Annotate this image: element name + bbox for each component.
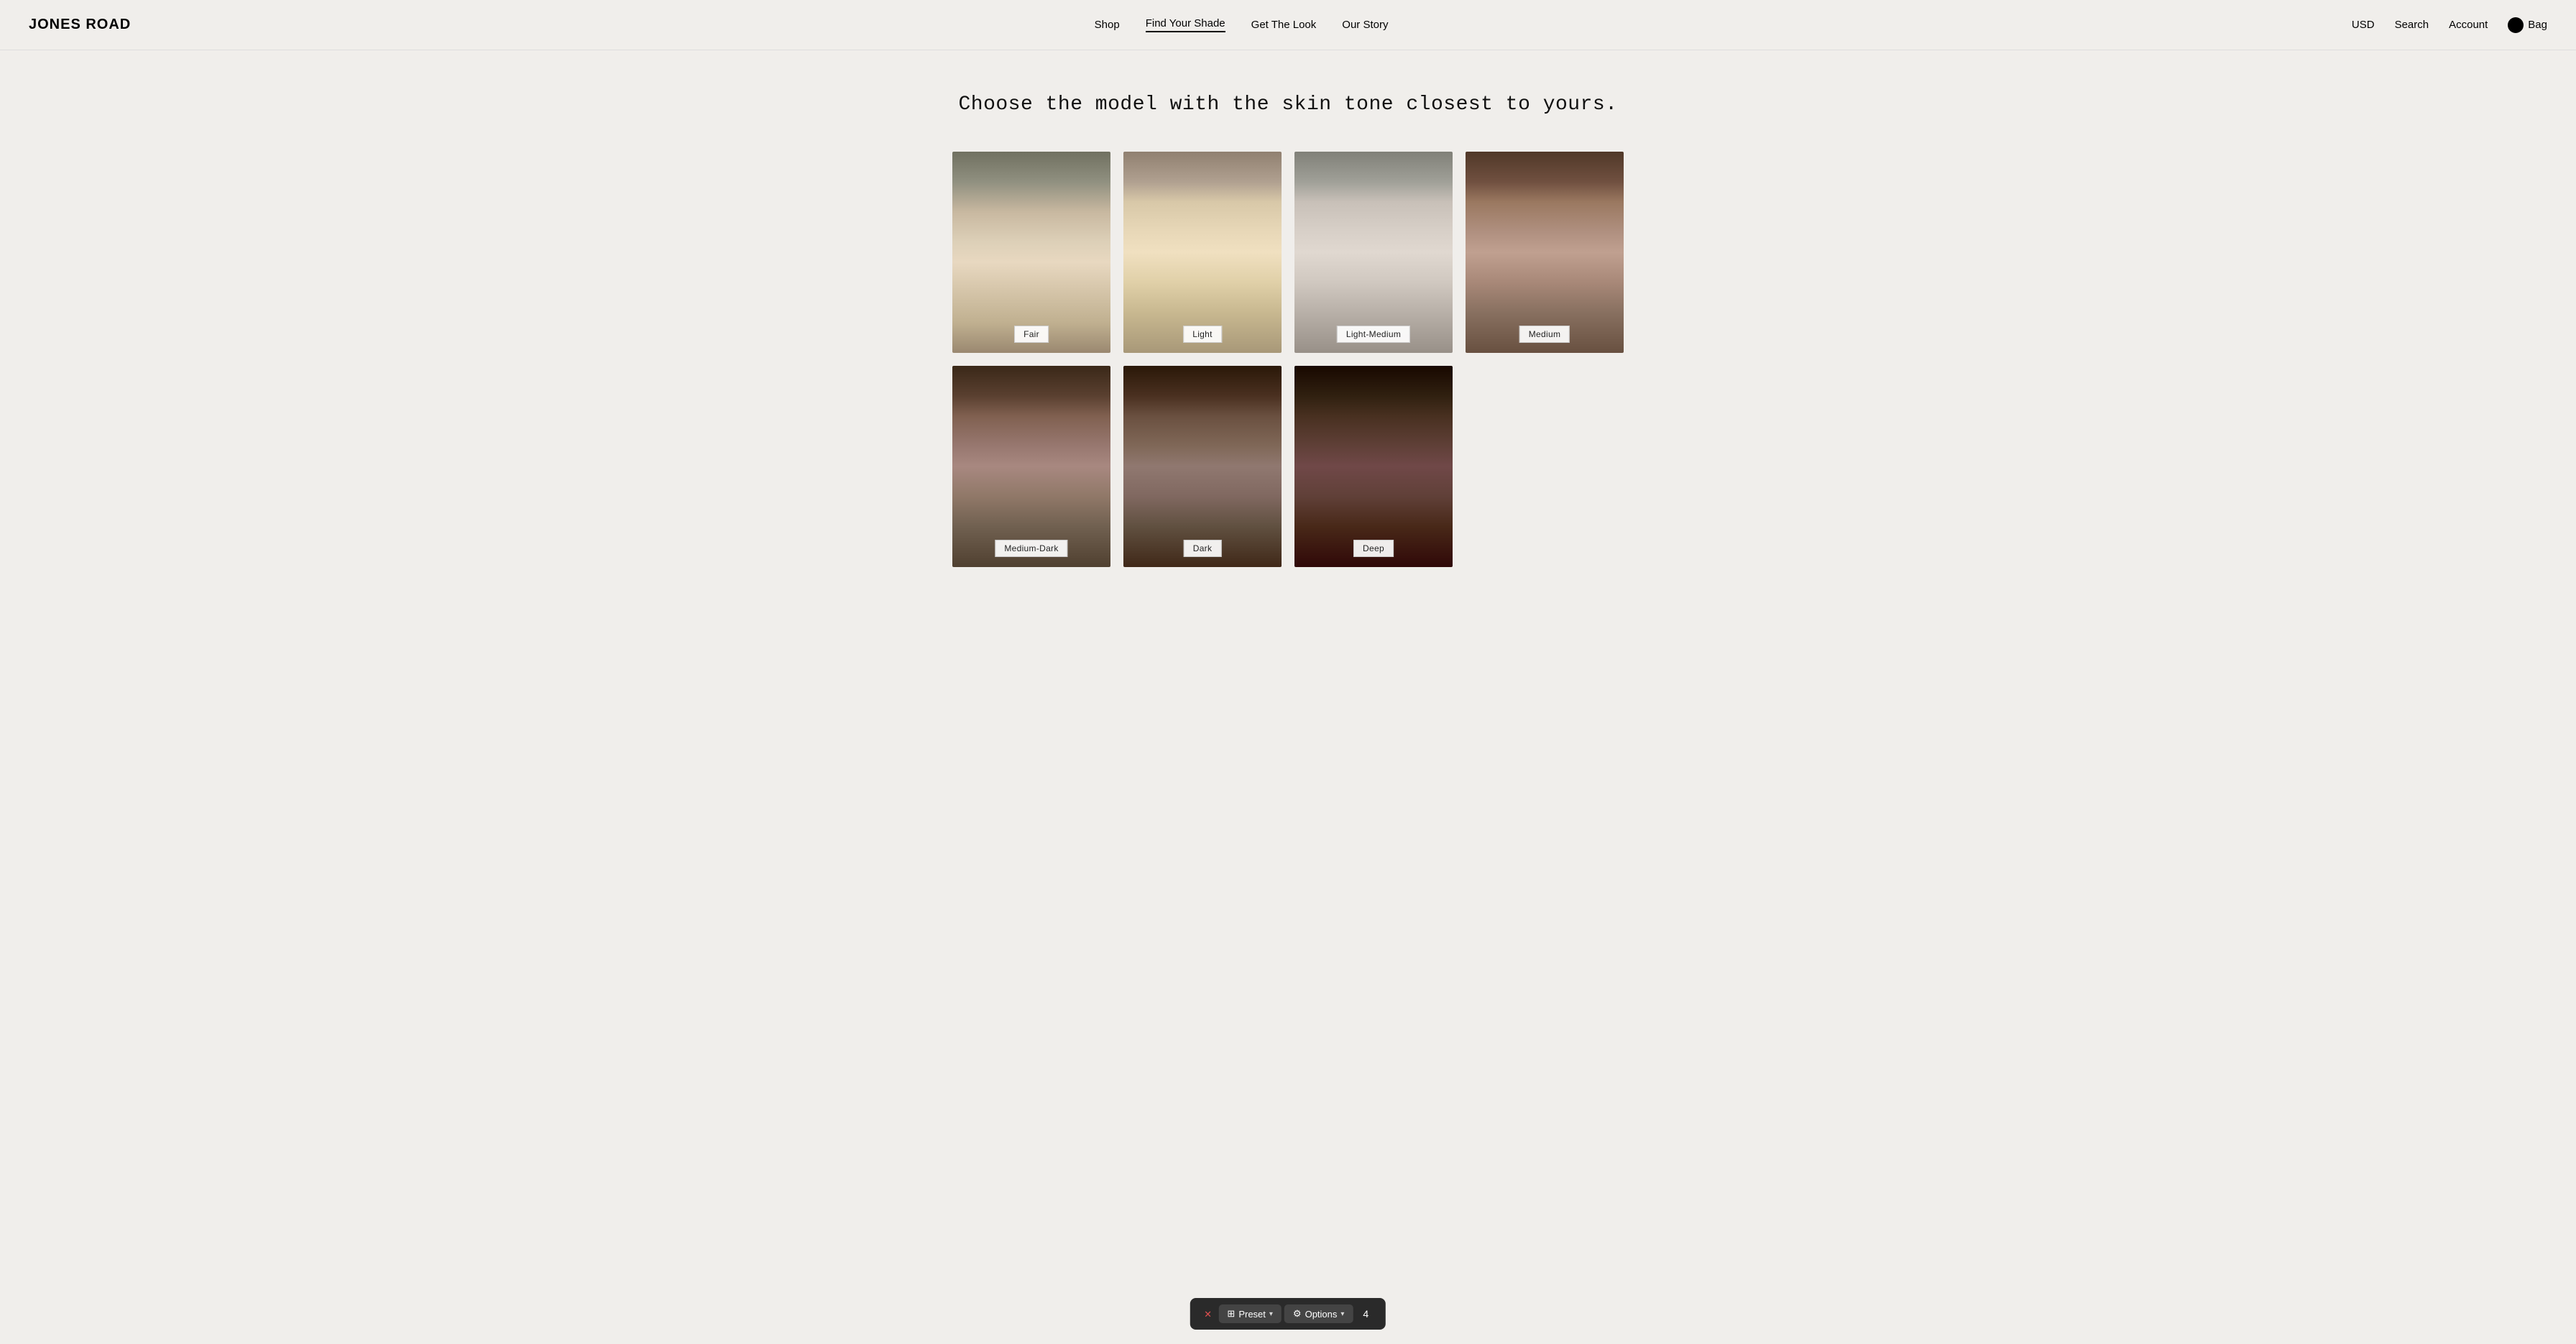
options-chevron-icon: ▾ bbox=[1340, 1310, 1344, 1318]
nav-our-story[interactable]: Our Story bbox=[1342, 19, 1388, 31]
model-image-dark bbox=[1123, 366, 1282, 567]
model-card-medium[interactable]: Medium bbox=[1466, 152, 1624, 353]
model-card-medium-dark[interactable]: Medium-Dark bbox=[952, 366, 1110, 567]
model-image-light-medium bbox=[1294, 152, 1453, 353]
page-number: 4 bbox=[1356, 1305, 1376, 1322]
close-icon[interactable]: ✕ bbox=[1200, 1304, 1216, 1324]
logo[interactable]: JONES ROAD bbox=[29, 17, 131, 33]
account-link[interactable]: Account bbox=[2449, 19, 2488, 31]
site-header: JONES ROAD Shop Find Your Shade Get The … bbox=[0, 0, 2576, 50]
bag-button[interactable]: Bag bbox=[2508, 17, 2547, 33]
model-image-light bbox=[1123, 152, 1282, 353]
model-image-fair bbox=[952, 152, 1110, 353]
main-content: Choose the model with the skin tone clos… bbox=[0, 50, 2576, 625]
main-nav: Shop Find Your Shade Get The Look Our St… bbox=[1095, 17, 1389, 32]
options-button[interactable]: ⚙ Options ▾ bbox=[1284, 1304, 1353, 1323]
shade-label-light-medium: Light-Medium bbox=[1337, 326, 1410, 343]
search-link[interactable]: Search bbox=[2395, 19, 2429, 31]
nav-get-the-look[interactable]: Get The Look bbox=[1251, 19, 1317, 31]
model-card-deep[interactable]: Deep bbox=[1294, 366, 1453, 567]
shade-label-medium-dark: Medium-Dark bbox=[995, 540, 1067, 557]
shade-label-dark: Dark bbox=[1184, 540, 1222, 557]
preset-icon: ⊞ bbox=[1227, 1308, 1235, 1320]
nav-shop[interactable]: Shop bbox=[1095, 19, 1120, 31]
preset-chevron-icon: ▾ bbox=[1269, 1310, 1273, 1318]
shade-label-fair: Fair bbox=[1014, 326, 1049, 343]
shade-label-deep: Deep bbox=[1353, 540, 1394, 557]
models-grid: Fair Light Light-Medium Medium Medium-Da… bbox=[952, 152, 1624, 567]
header-actions: USD Search Account Bag bbox=[2352, 17, 2547, 33]
preset-button[interactable]: ⊞ Preset ▾ bbox=[1218, 1304, 1282, 1323]
options-icon: ⚙ bbox=[1293, 1308, 1302, 1320]
shade-label-light: Light bbox=[1183, 326, 1222, 343]
model-image-deep bbox=[1294, 366, 1453, 567]
shade-label-medium: Medium bbox=[1519, 326, 1570, 343]
model-card-light[interactable]: Light bbox=[1123, 152, 1282, 353]
page-heading: Choose the model with the skin tone clos… bbox=[958, 93, 1617, 116]
bag-label: Bag bbox=[2528, 19, 2547, 31]
currency-selector[interactable]: USD bbox=[2352, 19, 2375, 31]
nav-find-your-shade[interactable]: Find Your Shade bbox=[1146, 17, 1225, 32]
bottom-toolbar: ✕ ⊞ Preset ▾ ⚙ Options ▾ 4 bbox=[1190, 1298, 1386, 1330]
bag-icon bbox=[2508, 17, 2524, 33]
options-label: Options bbox=[1305, 1309, 1338, 1320]
model-image-medium bbox=[1466, 152, 1624, 353]
model-card-dark[interactable]: Dark bbox=[1123, 366, 1282, 567]
preset-label: Preset bbox=[1238, 1309, 1266, 1320]
model-card-fair[interactable]: Fair bbox=[952, 152, 1110, 353]
model-card-light-medium[interactable]: Light-Medium bbox=[1294, 152, 1453, 353]
model-image-medium-dark bbox=[952, 366, 1110, 567]
